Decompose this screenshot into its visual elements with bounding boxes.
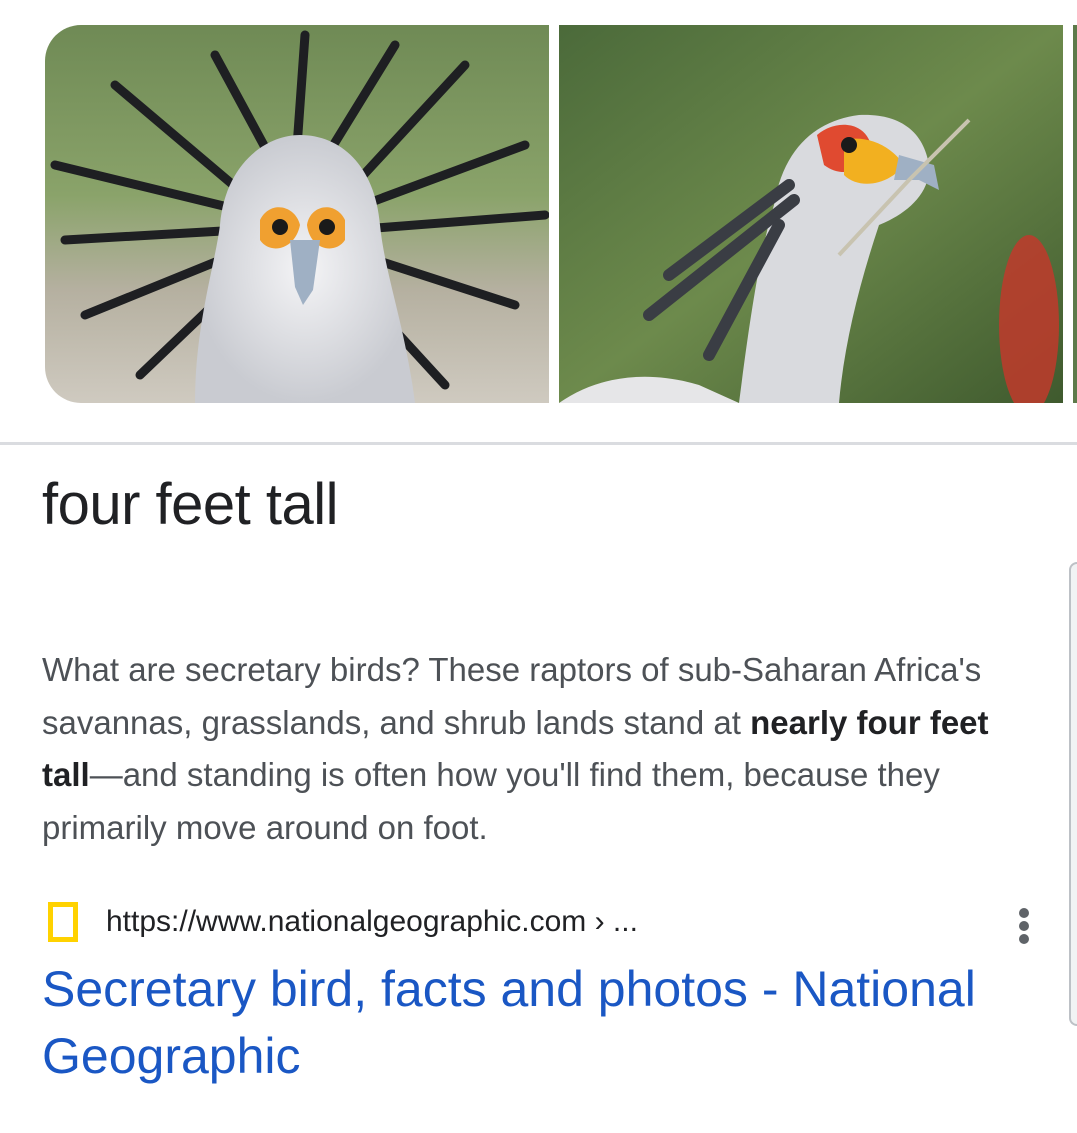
featured-snippet-text: What are secretary birds? These raptors … — [42, 644, 1002, 854]
snippet-text-after: —and standing is often how you'll find t… — [42, 756, 940, 846]
source-url[interactable]: https://www.nationalgeographic.com › ... — [106, 904, 638, 940]
next-card-edge[interactable] — [1069, 562, 1077, 1026]
bird-front-photo — [45, 25, 549, 403]
more-vert-icon[interactable] — [1010, 906, 1038, 946]
bird-side-photo — [559, 25, 1063, 403]
nat-geo-favicon-icon — [48, 902, 78, 942]
image-third-edge[interactable] — [1073, 25, 1077, 403]
image-carousel — [0, 0, 1077, 405]
image-secretary-bird-side[interactable] — [559, 25, 1063, 403]
featured-answer: four feet tall — [42, 472, 339, 537]
source-row[interactable]: https://www.nationalgeographic.com › ... — [42, 898, 1042, 946]
image-secretary-bird-front[interactable] — [45, 25, 549, 403]
result-title-link[interactable]: Secretary bird, facts and photos - Natio… — [42, 956, 1052, 1090]
section-divider — [0, 442, 1077, 445]
